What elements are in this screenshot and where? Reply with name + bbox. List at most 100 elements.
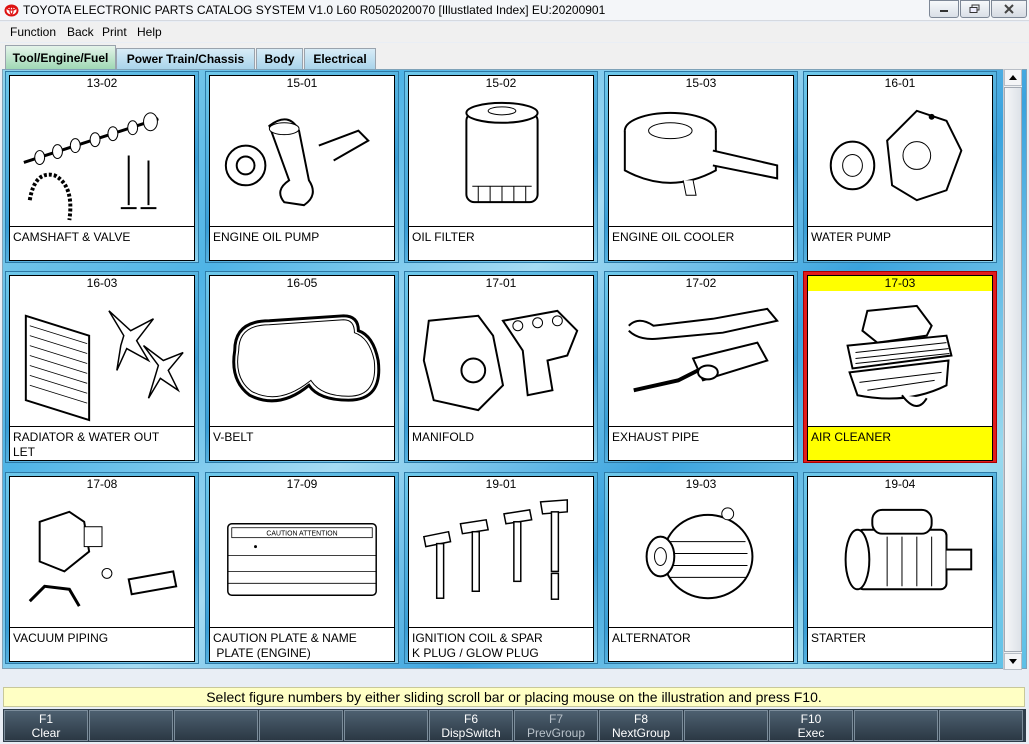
restore-icon xyxy=(969,4,980,13)
figure-label: OIL FILTER xyxy=(408,226,594,261)
oil-cooler-drawing[interactable] xyxy=(608,91,794,227)
menu-function[interactable]: Function xyxy=(10,25,56,39)
figure-number: 19-01 xyxy=(408,476,594,493)
fkey-blank[interactable] xyxy=(174,710,258,741)
figure-label: RADIATOR & WATER OUT LET xyxy=(9,426,195,461)
scroll-up-button[interactable] xyxy=(1004,69,1022,86)
v-belt-drawing[interactable] xyxy=(209,291,395,427)
alternator-drawing[interactable] xyxy=(608,492,794,628)
figure-cell-17-08[interactable]: 17-08 VACUUM PIPING xyxy=(5,472,199,664)
caution-plate-drawing[interactable]: CAUTION ATTENTION xyxy=(209,492,395,628)
figure-number: 16-01 xyxy=(807,75,993,92)
camshaft-valve-drawing[interactable] xyxy=(9,91,195,227)
manifold-drawing[interactable] xyxy=(408,291,594,427)
status-message: Select figure numbers by either sliding … xyxy=(3,687,1025,707)
figure-cell-19-04[interactable]: 19-04 STARTER xyxy=(803,472,997,664)
fkey-label: DispSwitch xyxy=(441,726,501,740)
fkey-f1[interactable]: F1 Clear xyxy=(4,710,88,741)
air-cleaner-drawing[interactable] xyxy=(807,291,993,427)
figure-number: 15-01 xyxy=(209,75,395,92)
figure-label: VACUUM PIPING xyxy=(9,627,195,662)
figure-cell-17-02[interactable]: 17-02 EXHAUST PIPE xyxy=(604,271,798,463)
fkey-f7[interactable]: F7 PrevGroup xyxy=(514,710,598,741)
menu-print[interactable]: Print xyxy=(102,25,127,39)
tab-electrical[interactable]: Electrical xyxy=(304,48,376,69)
fkey-blank[interactable] xyxy=(344,710,428,741)
figure-number: 19-03 xyxy=(608,476,794,493)
figure-label: ENGINE OIL COOLER xyxy=(608,226,794,261)
figure-label: STARTER xyxy=(807,627,993,662)
title-bar: TOYOTA ELECTRONIC PARTS CATALOG SYSTEM V… xyxy=(0,0,1029,21)
figure-cell-17-09[interactable]: 17-09 CAUTION ATTENTION CAUTION PLATE & N… xyxy=(205,472,399,664)
tab-power-train-chassis[interactable]: Power Train/Chassis xyxy=(116,48,255,69)
vertical-scrollbar[interactable] xyxy=(1003,69,1022,670)
water-pump-drawing[interactable] xyxy=(807,91,993,227)
fkey-number: F6 xyxy=(463,712,478,726)
figure-number: 15-03 xyxy=(608,75,794,92)
scroll-down-button[interactable] xyxy=(1004,653,1022,670)
figure-cell-16-03[interactable]: 16-03 RADIATOR & WATER OUT LET xyxy=(5,271,199,463)
figure-cell-15-03[interactable]: 15-03 ENGINE OIL COOLER xyxy=(604,71,798,263)
figure-label: WATER PUMP xyxy=(807,226,993,261)
fkey-blank[interactable] xyxy=(89,710,173,741)
figure-cell-13-02[interactable]: 13-02 CAMSHAFT & VALVE xyxy=(5,71,199,263)
figure-cell-16-05[interactable]: 16-05 V-BELT xyxy=(205,271,399,463)
figure-number: 17-01 xyxy=(408,275,594,292)
function-key-bar: F1 Clear F6 DispSwitch F7 PrevGroup F8 NextGrou… xyxy=(3,709,1026,742)
figure-number: 17-09 xyxy=(209,476,395,493)
fkey-f6[interactable]: F6 DispSwitch xyxy=(429,710,513,741)
minimize-icon xyxy=(940,10,948,12)
close-button[interactable] xyxy=(991,0,1027,18)
tab-tool-engine-fuel[interactable]: Tool/Engine/Fuel xyxy=(5,45,116,69)
maximize-button[interactable] xyxy=(960,0,990,18)
figure-cell-19-03[interactable]: 19-03 ALTERNATOR xyxy=(604,472,798,664)
figure-number: 13-02 xyxy=(9,75,195,92)
radiator-drawing[interactable] xyxy=(9,291,195,427)
figure-label: V-BELT xyxy=(209,426,395,461)
figure-label: AIR CLEANER xyxy=(807,426,993,461)
figure-label: ENGINE OIL PUMP xyxy=(209,226,395,261)
category-tabs: Tool/Engine/Fuel Power Train/Chassis Bod… xyxy=(0,43,1029,69)
tab-body[interactable]: Body xyxy=(256,48,303,69)
fkey-label: NextGroup xyxy=(611,726,671,740)
fkey-number: F10 xyxy=(800,712,822,726)
fkey-blank[interactable] xyxy=(939,710,1023,741)
minimize-button[interactable] xyxy=(929,0,959,18)
vacuum-piping-drawing[interactable] xyxy=(9,492,195,628)
fkey-f10[interactable]: F10 Exec xyxy=(769,710,853,741)
close-icon xyxy=(1004,4,1014,14)
fkey-blank[interactable] xyxy=(854,710,938,741)
starter-drawing[interactable] xyxy=(807,492,993,628)
fkey-blank[interactable] xyxy=(684,710,768,741)
oil-pump-drawing[interactable] xyxy=(209,91,395,227)
fkey-f8[interactable]: F8 NextGroup xyxy=(599,710,683,741)
fkey-label: Clear xyxy=(31,726,61,740)
window-title: TOYOTA ELECTRONIC PARTS CATALOG SYSTEM V… xyxy=(23,3,606,17)
figure-label: ALTERNATOR xyxy=(608,627,794,662)
fkey-label: PrevGroup xyxy=(526,726,586,740)
scroll-thumb[interactable] xyxy=(1004,87,1022,652)
ignition-coil-drawing[interactable] xyxy=(408,492,594,628)
menu-bar: Function Back Print Help xyxy=(0,22,1029,42)
figure-cell-15-01[interactable]: 15-01 ENGINE OIL PUMP xyxy=(205,71,399,263)
menu-back[interactable]: Back xyxy=(67,25,94,39)
figure-label: IGNITION COIL & SPAR K PLUG / GLOW PLUG xyxy=(408,627,594,662)
arrow-up-icon xyxy=(1009,75,1017,80)
figure-label: MANIFOLD xyxy=(408,426,594,461)
fkey-number: F7 xyxy=(548,712,563,726)
oil-filter-drawing[interactable] xyxy=(408,91,594,227)
figure-label: CAMSHAFT & VALVE xyxy=(9,226,195,261)
exhaust-pipe-drawing[interactable] xyxy=(608,291,794,427)
figure-cell-17-03[interactable]: 17-03 AIR CLEANER xyxy=(803,271,997,463)
arrow-down-icon xyxy=(1009,659,1017,664)
fkey-blank[interactable] xyxy=(259,710,343,741)
menu-help[interactable]: Help xyxy=(137,25,162,39)
figure-cell-19-01[interactable]: 19-01 IGNITION COIL & SPAR K PLUG / GLOW… xyxy=(404,472,598,664)
figure-cell-17-01[interactable]: 17-01 MANIFOLD xyxy=(404,271,598,463)
figure-number: 16-03 xyxy=(9,275,195,292)
figure-number: 16-05 xyxy=(209,275,395,292)
figure-number: 17-03 xyxy=(807,275,993,292)
figure-cell-16-01[interactable]: 16-01 WATER PUMP xyxy=(803,71,997,263)
figure-label: CAUTION PLATE & NAME PLATE (ENGINE) xyxy=(209,627,395,662)
figure-cell-15-02[interactable]: 15-02 OIL FILTER xyxy=(404,71,598,263)
